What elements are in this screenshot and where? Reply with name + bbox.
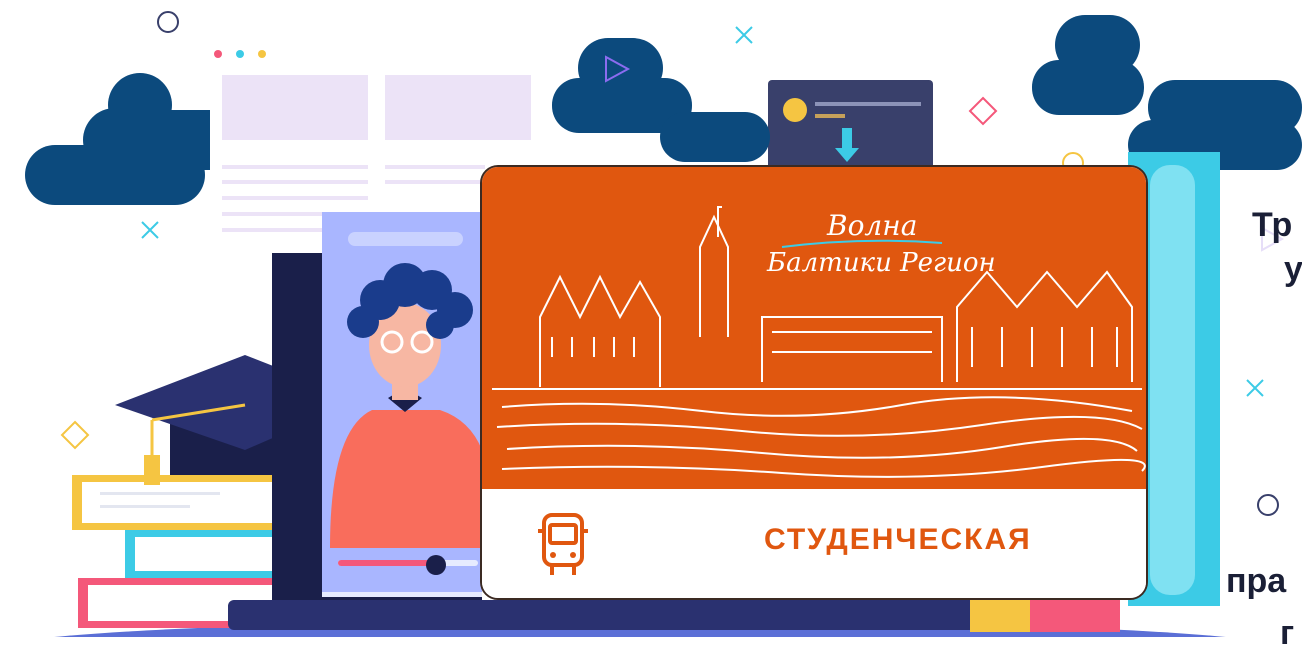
heading-fragment-1: Тр: [1252, 206, 1293, 244]
deco-cross: [1246, 379, 1264, 397]
deco-cross: [141, 221, 159, 239]
heading-fragment-3: пра: [1226, 562, 1287, 600]
deco-diamond: [60, 420, 90, 450]
city-skyline-sketch: Волна Балтики Регион: [492, 206, 1146, 478]
deco-cross: [735, 26, 753, 44]
deco-circle: [1257, 494, 1279, 516]
card-type-label: СТУДЕНЧЕСКАЯ: [764, 523, 1032, 556]
bus-icon: [538, 513, 588, 575]
card-logo-text-1: Волна: [826, 209, 917, 242]
deco-diamond: [968, 96, 998, 126]
card-logo-text-2: Балтики Регион: [766, 248, 996, 278]
card-bottom: СТУДЕНЧЕСКАЯ: [482, 489, 1146, 598]
student-transport-card: Волна Балтики Регион СТУДЕНЧЕСКАЯ: [480, 165, 1148, 600]
heading-fragment-2: у: [1284, 250, 1302, 288]
heading-fragment-4: г: [1280, 614, 1295, 652]
cloud-center: [552, 38, 770, 162]
card-photo-area: Волна Балтики Регион: [482, 167, 1146, 489]
deco-circle: [157, 11, 179, 33]
cloud-left: [25, 73, 210, 205]
notification-panel: [768, 80, 933, 170]
logo-wave: [781, 239, 943, 248]
cloud-right: [1032, 15, 1302, 170]
